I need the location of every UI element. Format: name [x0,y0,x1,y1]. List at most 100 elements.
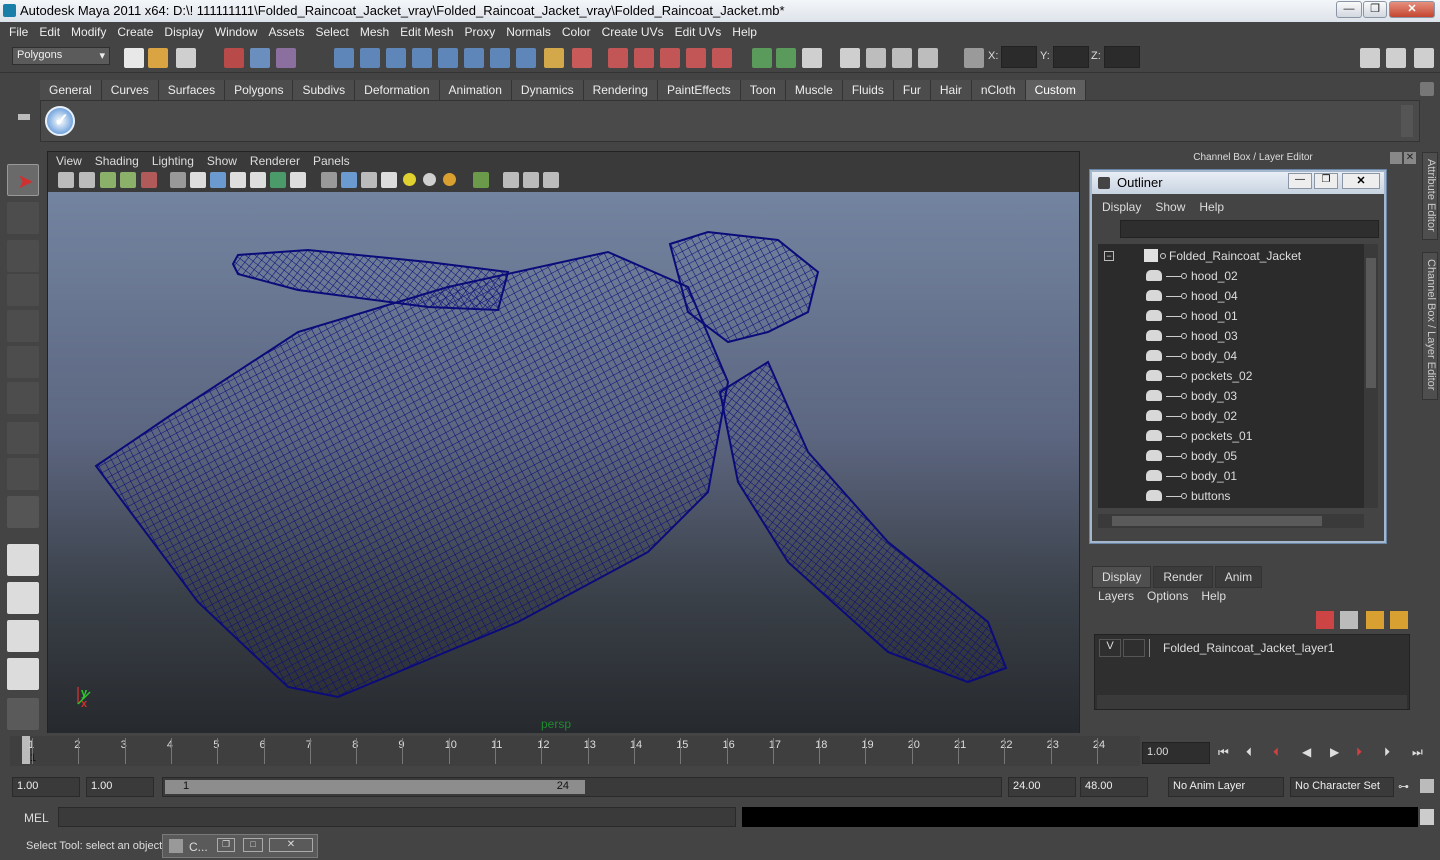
menu-file[interactable]: File [4,22,34,42]
input-ops-icon[interactable] [752,48,772,68]
new-layer-icon[interactable] [1366,611,1384,629]
pick-deformations-icon[interactable] [438,48,458,68]
cube-textured-icon[interactable] [361,172,377,188]
shelf-tab-rendering[interactable]: Rendering [583,80,658,100]
outliner-item[interactable]: body_05 [1098,446,1364,466]
outliner-layout-icon[interactable] [7,620,39,652]
mel-input[interactable] [58,807,736,827]
shelf-tab-hair[interactable]: Hair [930,80,972,100]
save-scene-icon[interactable] [176,48,196,68]
layer-menu-help[interactable]: Help [1201,589,1226,603]
isolate-select-icon[interactable] [473,172,489,188]
menu-set-selector[interactable]: Polygons ▾ [12,47,110,65]
layer-visibility-toggle[interactable]: V [1099,639,1121,657]
shelf-tab-animation[interactable]: Animation [439,80,512,100]
shelf-tab-muscle[interactable]: Muscle [785,80,843,100]
manipulator-tool-icon[interactable] [7,382,39,414]
new-scene-icon[interactable] [124,48,144,68]
move-layer-up-icon[interactable] [1316,611,1334,629]
pick-surfaces-icon[interactable] [412,48,432,68]
scroll-thumb[interactable] [1112,516,1322,526]
share-icon[interactable] [543,172,559,188]
layer-tab-render[interactable]: Render [1153,566,1213,588]
pick-handles-icon[interactable] [334,48,354,68]
toggle-attribute-editor-icon[interactable] [1360,48,1380,68]
output-ops-icon[interactable] [776,48,796,68]
menu-proxy[interactable]: Proxy [460,22,502,42]
close-panel-icon[interactable]: ✕ [1404,152,1416,164]
outliner-item[interactable]: hood_01 [1098,306,1364,326]
play-backward-icon[interactable]: ◀ [1302,745,1322,765]
y-field[interactable] [1053,46,1089,68]
select-tool-icon[interactable]: ➤ [7,164,39,196]
restore-icon[interactable]: ❐ [217,838,235,852]
select-hierarchy-icon[interactable] [224,48,244,68]
current-frame-field[interactable]: 1.00 [1142,742,1210,764]
collapse-icon[interactable]: − [1104,251,1114,261]
toggle-channel-box-icon[interactable] [1414,48,1434,68]
maximize-icon[interactable]: □ [243,838,263,852]
shelf-tab-subdivs[interactable]: Subdivs [293,80,356,100]
pick-misc-icon[interactable] [516,48,536,68]
single-pane-layout-icon[interactable] [7,544,39,576]
outliner-item[interactable]: buttons [1098,486,1364,506]
vp-menu-renderer[interactable]: Renderer [245,152,308,170]
toggle-tool-settings-icon[interactable] [1386,48,1406,68]
outliner-item[interactable]: body_03 [1098,386,1364,406]
cube-shaded-icon[interactable] [341,172,357,188]
outliner-item[interactable]: body_04 [1098,346,1364,366]
open-scene-icon[interactable] [148,48,168,68]
end-time-field[interactable]: 48.00 [1080,777,1148,797]
close-icon[interactable]: ✕ [269,838,313,852]
outliner-item[interactable]: body_02 [1098,406,1364,426]
snap-point-icon[interactable] [660,48,680,68]
xray-icon[interactable] [270,172,286,188]
outliner-item[interactable]: hood_03 [1098,326,1364,346]
play-forward-icon[interactable]: ▶ [1330,745,1350,765]
selected-lights-icon[interactable] [443,173,456,186]
outliner-horizontal-scrollbar[interactable] [1098,514,1364,528]
pick-dynamics-icon[interactable] [464,48,484,68]
highlight-selection-icon[interactable] [572,48,592,68]
new-layer-from-selection-icon[interactable] [1390,611,1408,629]
anim-layer-dropdown[interactable]: No Anim Layer [1168,777,1284,797]
minimized-window[interactable]: C... ❐ □ ✕ [162,834,318,858]
shelf-tab-fluids[interactable]: Fluids [842,80,894,100]
make-live-icon[interactable] [712,48,732,68]
outliner-item[interactable]: hood_04 [1098,286,1364,306]
vp-menu-lighting[interactable]: Lighting [147,152,202,170]
checker-icon[interactable] [381,172,397,188]
shelf-tab-deformation[interactable]: Deformation [355,80,440,100]
channel-box-tab[interactable]: Channel Box / Layer Editor [1422,252,1438,400]
construction-history-icon[interactable] [802,48,822,68]
snap-grid-icon[interactable] [608,48,628,68]
float-panel-icon[interactable] [1390,152,1402,164]
lock-selection-icon[interactable] [544,48,564,68]
shelf-tab-ncloth[interactable]: nCloth [971,80,1026,100]
animation-preferences-icon[interactable] [1420,779,1434,793]
render-settings-icon[interactable] [918,48,938,68]
layer-row[interactable]: V Folded_Raincoat_Jacket_layer1 [1097,639,1409,657]
xray-joints-icon[interactable] [503,172,519,188]
layer-color-swatch[interactable] [1149,639,1161,657]
shelf-tab-surfaces[interactable]: Surfaces [158,80,226,100]
menu-assets[interactable]: Assets [263,22,310,42]
snap-curve-icon[interactable] [634,48,654,68]
menu-help[interactable]: Help [727,22,763,42]
start-time-field[interactable]: 1.00 [12,777,80,797]
textured-icon[interactable] [210,172,226,188]
range-slider-thumb[interactable]: 1 24 [165,780,585,794]
four-pane-layout-icon[interactable] [7,582,39,614]
go-to-end-icon[interactable]: ⏭ [1412,745,1432,765]
menu-create-uvs[interactable]: Create UVs [597,22,670,42]
go-to-start-icon[interactable]: ⏮ [1218,745,1238,765]
cube-wire-icon[interactable] [321,172,337,188]
shelf-tab-dynamics[interactable]: Dynamics [511,80,584,100]
playback-end-field[interactable]: 24.00 [1008,777,1076,797]
outliner-minimize-button[interactable]: — [1288,173,1312,189]
step-forward-key-icon[interactable]: ⏵ [1356,745,1376,765]
layer-tab-anim[interactable]: Anim [1214,566,1263,588]
outliner-root-row[interactable]: − Folded_Raincoat_Jacket [1098,246,1364,266]
pick-rendering-icon[interactable] [490,48,510,68]
shelf-tab-fur[interactable]: Fur [893,80,931,100]
